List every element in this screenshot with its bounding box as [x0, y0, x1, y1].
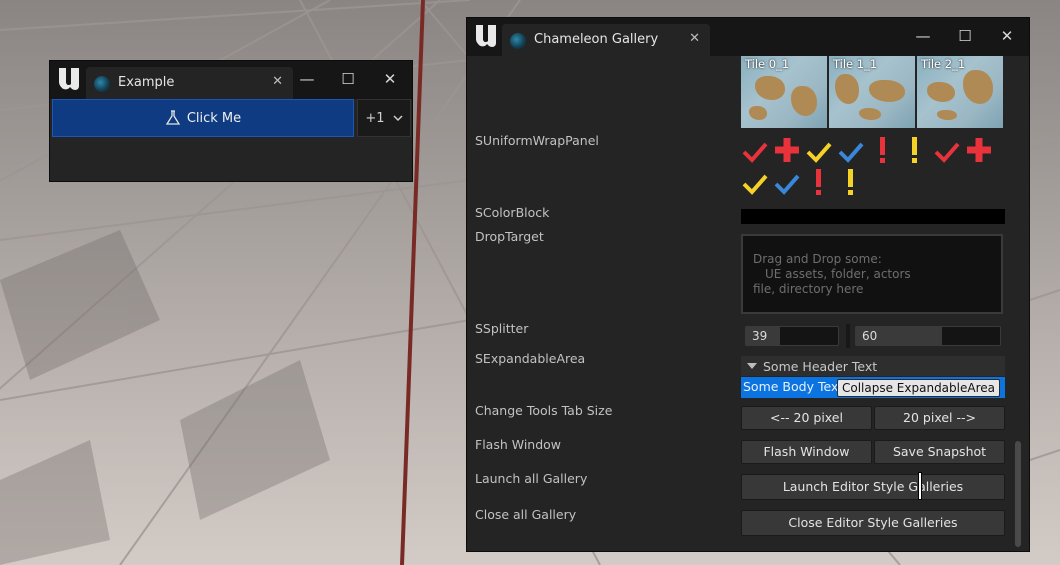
- check-blue-icon: [774, 174, 800, 195]
- plus-one-label: +1: [365, 110, 385, 126]
- minimize-icon[interactable]: —: [909, 24, 937, 48]
- tab-gallery-label: Chameleon Gallery: [534, 32, 659, 47]
- click-me-button[interactable]: Click Me: [52, 99, 354, 137]
- splitter-right-spinbox[interactable]: 60: [855, 326, 1001, 346]
- label-scolorblock: SColorBlock: [475, 205, 550, 220]
- example-content: Click Me +1: [50, 99, 412, 181]
- tab-example-label: Example: [118, 75, 175, 90]
- label-sexpandablearea: SExpandableArea: [475, 351, 586, 366]
- exclaim-yellow-icon: [912, 137, 917, 163]
- splitter-left-spinbox[interactable]: 39: [745, 326, 839, 346]
- unreal-logo-icon: [476, 25, 496, 47]
- plus-20-pixel-button[interactable]: 20 pixel -->: [874, 406, 1005, 430]
- tile-view: Tile 0_1 Tile 1_1 Tile 2_1: [741, 56, 1005, 128]
- click-me-label: Click Me: [186, 110, 242, 126]
- check-yellow-icon: [742, 174, 768, 195]
- chameleon-icon: [510, 33, 526, 49]
- label-launch-all-gallery: Launch all Gallery: [475, 471, 588, 486]
- splitter-handle[interactable]: [846, 324, 850, 348]
- tooltip: Collapse ExpandableArea: [837, 379, 1000, 397]
- launch-galleries-button[interactable]: Launch Editor Style Galleries: [741, 474, 1005, 500]
- gallery-titlebar[interactable]: Chameleon Gallery ✕ — ☐ ✕: [467, 18, 1029, 56]
- check-red-icon: [742, 142, 768, 163]
- flash-window-button[interactable]: Flash Window: [741, 440, 872, 464]
- check-yellow-icon: [806, 142, 832, 163]
- tile[interactable]: Tile 1_1: [829, 56, 915, 128]
- save-snapshot-button[interactable]: Save Snapshot: [874, 440, 1005, 464]
- maximize-icon[interactable]: ☐: [334, 67, 362, 91]
- exclaim-red-icon: [880, 137, 885, 163]
- flask-icon: [165, 110, 181, 125]
- close-tab-icon[interactable]: ✕: [689, 31, 700, 46]
- plus-red-icon: [775, 138, 799, 162]
- expandable-header-text: Some Header Text: [763, 359, 878, 374]
- label-change-tools-tab-size: Change Tools Tab Size: [475, 403, 613, 418]
- drop-target[interactable]: Drag and Drop some: UE assets, folder, a…: [741, 234, 1003, 314]
- tile-label: Tile 2_1: [921, 57, 966, 71]
- tile-label: Tile 1_1: [833, 57, 878, 71]
- label-flash-window: Flash Window: [475, 437, 562, 452]
- color-block: [741, 209, 1005, 224]
- check-red-icon: [934, 142, 960, 163]
- text-cursor-icon: [919, 473, 921, 499]
- tile-label: Tile 0_1: [745, 57, 790, 71]
- maximize-icon[interactable]: ☐: [951, 24, 979, 48]
- expandable-body-text: Some Body Text: [743, 379, 844, 394]
- drop-text-line: file, directory here: [753, 282, 864, 296]
- tile[interactable]: Tile 0_1: [741, 56, 827, 128]
- example-titlebar[interactable]: Example ✕ — ☐ ✕: [50, 61, 412, 99]
- plus-one-dropdown[interactable]: +1: [357, 99, 411, 137]
- close-window-icon[interactable]: ✕: [993, 24, 1021, 48]
- label-ssplitter: SSplitter: [475, 321, 529, 336]
- label-suniformwrappanel: SUniformWrapPanel: [475, 133, 599, 148]
- label-droptarget: DropTarget: [475, 229, 544, 244]
- exclaim-red-icon: [816, 169, 821, 195]
- chameleon-gallery-window: Chameleon Gallery ✕ — ☐ ✕ Tile 0_1 Tile …: [466, 17, 1030, 552]
- tile[interactable]: Tile 2_1: [917, 56, 1003, 128]
- label-close-all-gallery: Close all Gallery: [475, 507, 577, 522]
- check-blue-icon: [838, 142, 864, 163]
- gallery-content: Tile 0_1 Tile 1_1 Tile 2_1 SUniformWrapP…: [467, 56, 1029, 551]
- exclaim-yellow-icon: [848, 169, 853, 195]
- vertical-scrollbar[interactable]: [1015, 441, 1021, 547]
- tab-chameleon-gallery[interactable]: Chameleon Gallery ✕: [502, 24, 710, 56]
- splitter-right-value: 60: [862, 329, 878, 343]
- collapse-triangle-icon: [747, 363, 757, 369]
- uniform-wrap-panel: [741, 136, 1011, 206]
- minimize-icon[interactable]: —: [293, 67, 321, 91]
- drop-text-line: Drag and Drop some:: [753, 252, 882, 266]
- splitter-left-value: 39: [752, 329, 768, 343]
- close-window-icon[interactable]: ✕: [376, 67, 404, 91]
- chameleon-icon: [94, 76, 110, 92]
- tab-example[interactable]: Example ✕: [86, 67, 293, 99]
- example-window: Example ✕ — ☐ ✕ Click Me +1: [49, 60, 413, 182]
- expandable-area-header[interactable]: Some Header Text: [741, 356, 1005, 376]
- unreal-logo-icon: [59, 68, 79, 90]
- drop-text-line: UE assets, folder, actors: [765, 267, 911, 281]
- chevron-down-icon: [393, 115, 403, 122]
- close-tab-icon[interactable]: ✕: [272, 74, 283, 89]
- minus-20-pixel-button[interactable]: <-- 20 pixel: [741, 406, 872, 430]
- close-galleries-button[interactable]: Close Editor Style Galleries: [741, 510, 1005, 536]
- plus-red-icon: [967, 138, 991, 162]
